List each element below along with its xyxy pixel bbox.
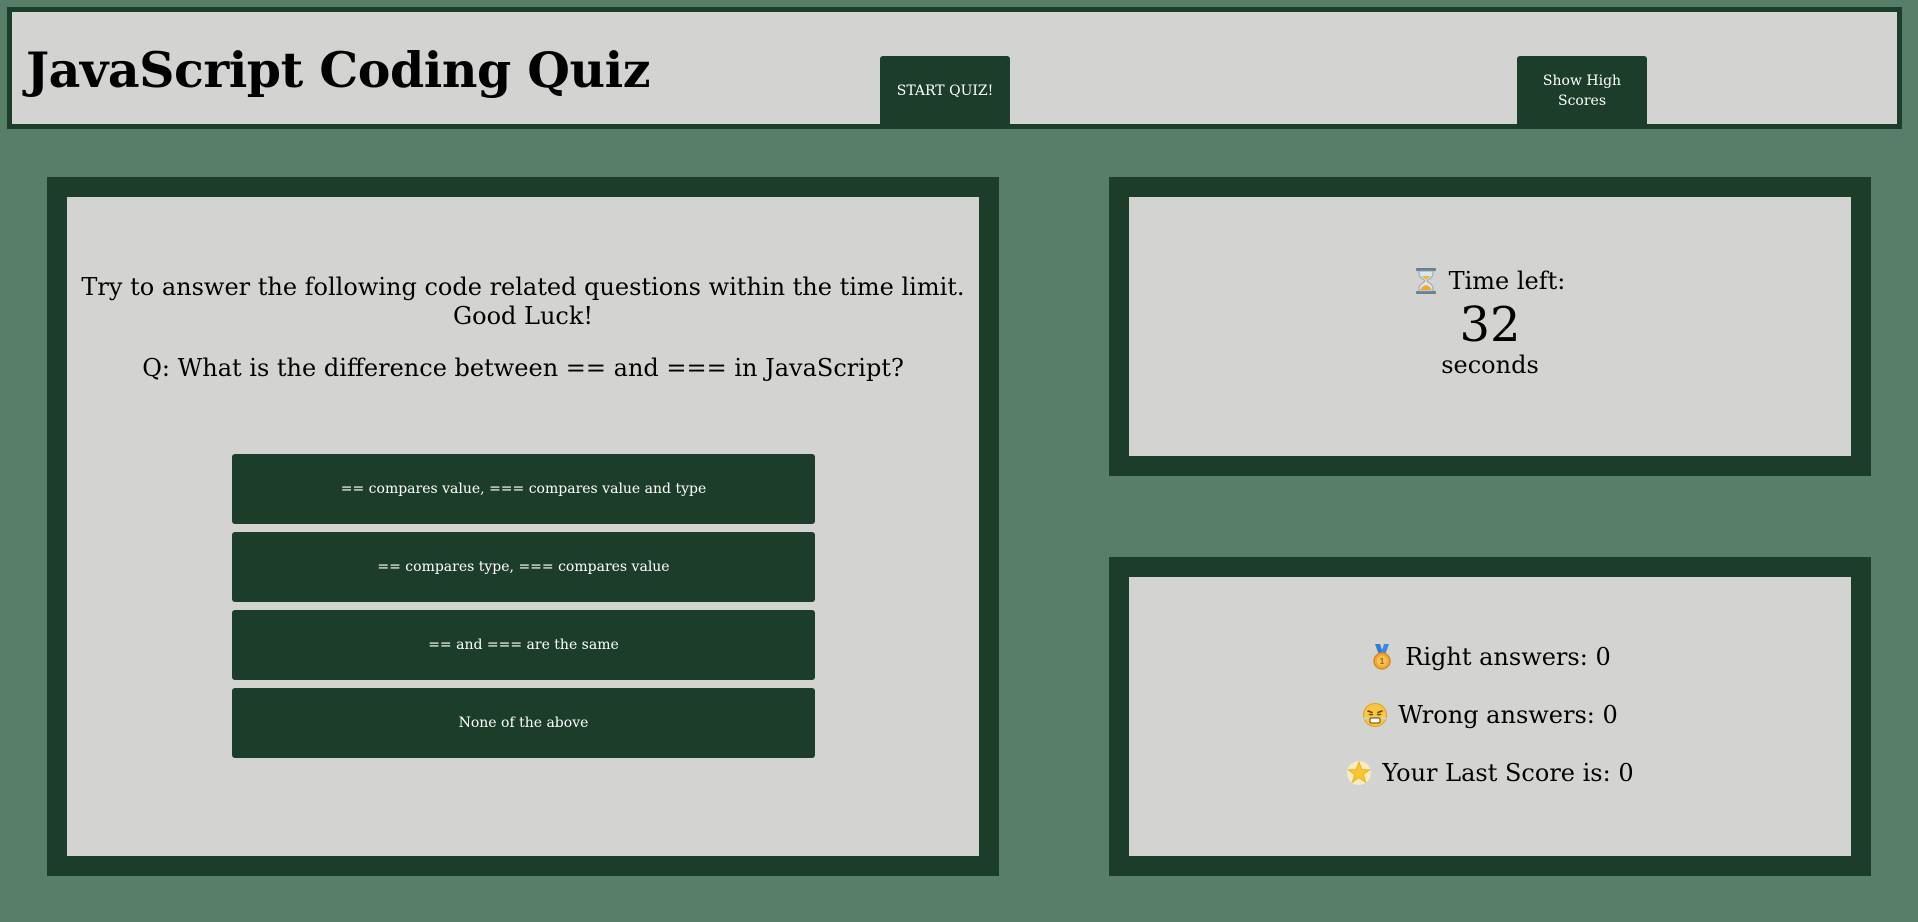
svg-text:1: 1 bbox=[1379, 657, 1385, 666]
site-title: JavaScript Coding Quiz bbox=[26, 41, 651, 99]
good-luck-text: Good Luck! bbox=[452, 302, 594, 330]
hourglass-icon bbox=[1415, 268, 1437, 294]
last-score-row: Your Last Score is: 0 bbox=[1129, 758, 1851, 788]
wrong-answers-row: Wrong answers: 0 bbox=[1129, 700, 1851, 730]
score-summary: 1 Right answers: 0 Wrong answers: 0 Your… bbox=[1129, 642, 1851, 816]
wrong-answers-text: Wrong answers: 0 bbox=[1398, 701, 1618, 729]
quiz-instructions: Try to answer the following code related… bbox=[67, 273, 979, 331]
answer-button-1[interactable]: == compares value, === compares value an… bbox=[232, 454, 815, 524]
timer-display: Time left: 32 seconds bbox=[1129, 265, 1851, 379]
right-answers-row: 1 Right answers: 0 bbox=[1129, 642, 1851, 672]
timer-unit-label: seconds bbox=[1441, 351, 1539, 379]
instructions-line: Try to answer the following code related… bbox=[81, 273, 965, 301]
timer-seconds-value: 32 bbox=[1459, 297, 1521, 353]
right-answers-text: Right answers: 0 bbox=[1405, 643, 1611, 671]
time-left-label: Time left: bbox=[1448, 267, 1566, 295]
last-score-text: Your Last Score is: 0 bbox=[1382, 759, 1634, 787]
page-header: JavaScript Coding Quiz START QUIZ! Show … bbox=[7, 7, 1902, 129]
timer-panel: Time left: 32 seconds bbox=[1109, 177, 1871, 476]
medal-icon: 1 bbox=[1369, 644, 1395, 670]
frustrated-face-icon bbox=[1362, 702, 1388, 728]
question-text: Q: What is the difference between == and… bbox=[142, 354, 904, 382]
answer-button-2[interactable]: == compares type, === compares value bbox=[232, 532, 815, 602]
show-high-scores-button[interactable]: Show High Scores bbox=[1517, 56, 1647, 126]
answer-list: == compares value, === compares value an… bbox=[232, 454, 815, 766]
quiz-panel: Try to answer the following code related… bbox=[47, 177, 999, 876]
answer-button-3[interactable]: == and === are the same bbox=[232, 610, 815, 680]
score-panel: 1 Right answers: 0 Wrong answers: 0 Your… bbox=[1109, 557, 1871, 876]
timer-label-row: Time left: bbox=[1129, 265, 1851, 297]
answer-button-4[interactable]: None of the above bbox=[232, 688, 815, 758]
glowing-star-icon bbox=[1346, 760, 1372, 786]
start-quiz-button[interactable]: START QUIZ! bbox=[880, 56, 1010, 126]
